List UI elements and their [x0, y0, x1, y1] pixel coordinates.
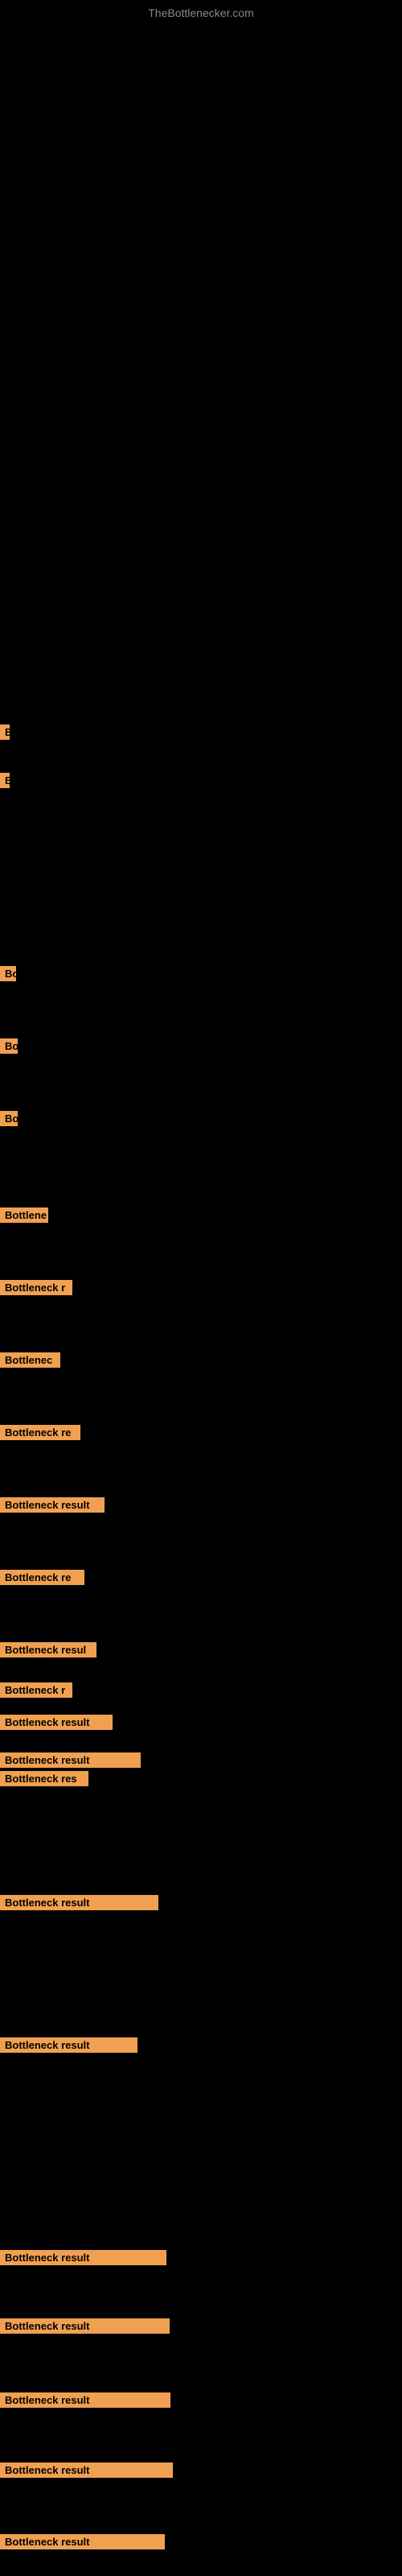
bottleneck-partial-label: Bottleneck re: [0, 1570, 84, 1585]
bottleneck-partial-label: Bo: [0, 1111, 18, 1126]
bottleneck-partial-label: Bottleneck res: [0, 1771, 88, 1786]
bottleneck-tiny-label: B: [0, 773, 10, 788]
bottleneck-result-label: Bottleneck result: [0, 2534, 165, 2549]
site-title: TheBottlenecker.com: [0, 0, 402, 23]
bottleneck-partial-label: Bottlene: [0, 1208, 48, 1223]
bottleneck-partial-label: Bo: [0, 966, 16, 981]
bottleneck-partial-label: Bottleneck r: [0, 1280, 72, 1295]
bottleneck-partial-label: Bottlenec: [0, 1352, 60, 1368]
bottleneck-partial-label: Bottleneck result: [0, 1715, 113, 1730]
bottleneck-partial-label: Bottleneck result: [0, 1497, 105, 1513]
bottleneck-tiny-label: B: [0, 724, 10, 740]
bottleneck-result-label: Bottleneck result: [0, 2250, 166, 2265]
bottleneck-partial-label: Bottleneck re: [0, 1425, 80, 1440]
bottleneck-result-label: Bottleneck result: [0, 2392, 170, 2408]
bottleneck-result-label: Bottleneck result: [0, 1752, 141, 1768]
bottleneck-partial-label: Bo: [0, 1038, 18, 1054]
bottleneck-result-label: Bottleneck result: [0, 2462, 173, 2478]
bottleneck-result-label: Bottleneck result: [0, 2037, 137, 2053]
bottleneck-partial-label: Bottleneck resul: [0, 1642, 96, 1657]
bottleneck-partial-label: Bottleneck r: [0, 1682, 72, 1698]
bottleneck-result-label: Bottleneck result: [0, 2318, 170, 2334]
bottleneck-result-label: Bottleneck result: [0, 1895, 158, 1910]
